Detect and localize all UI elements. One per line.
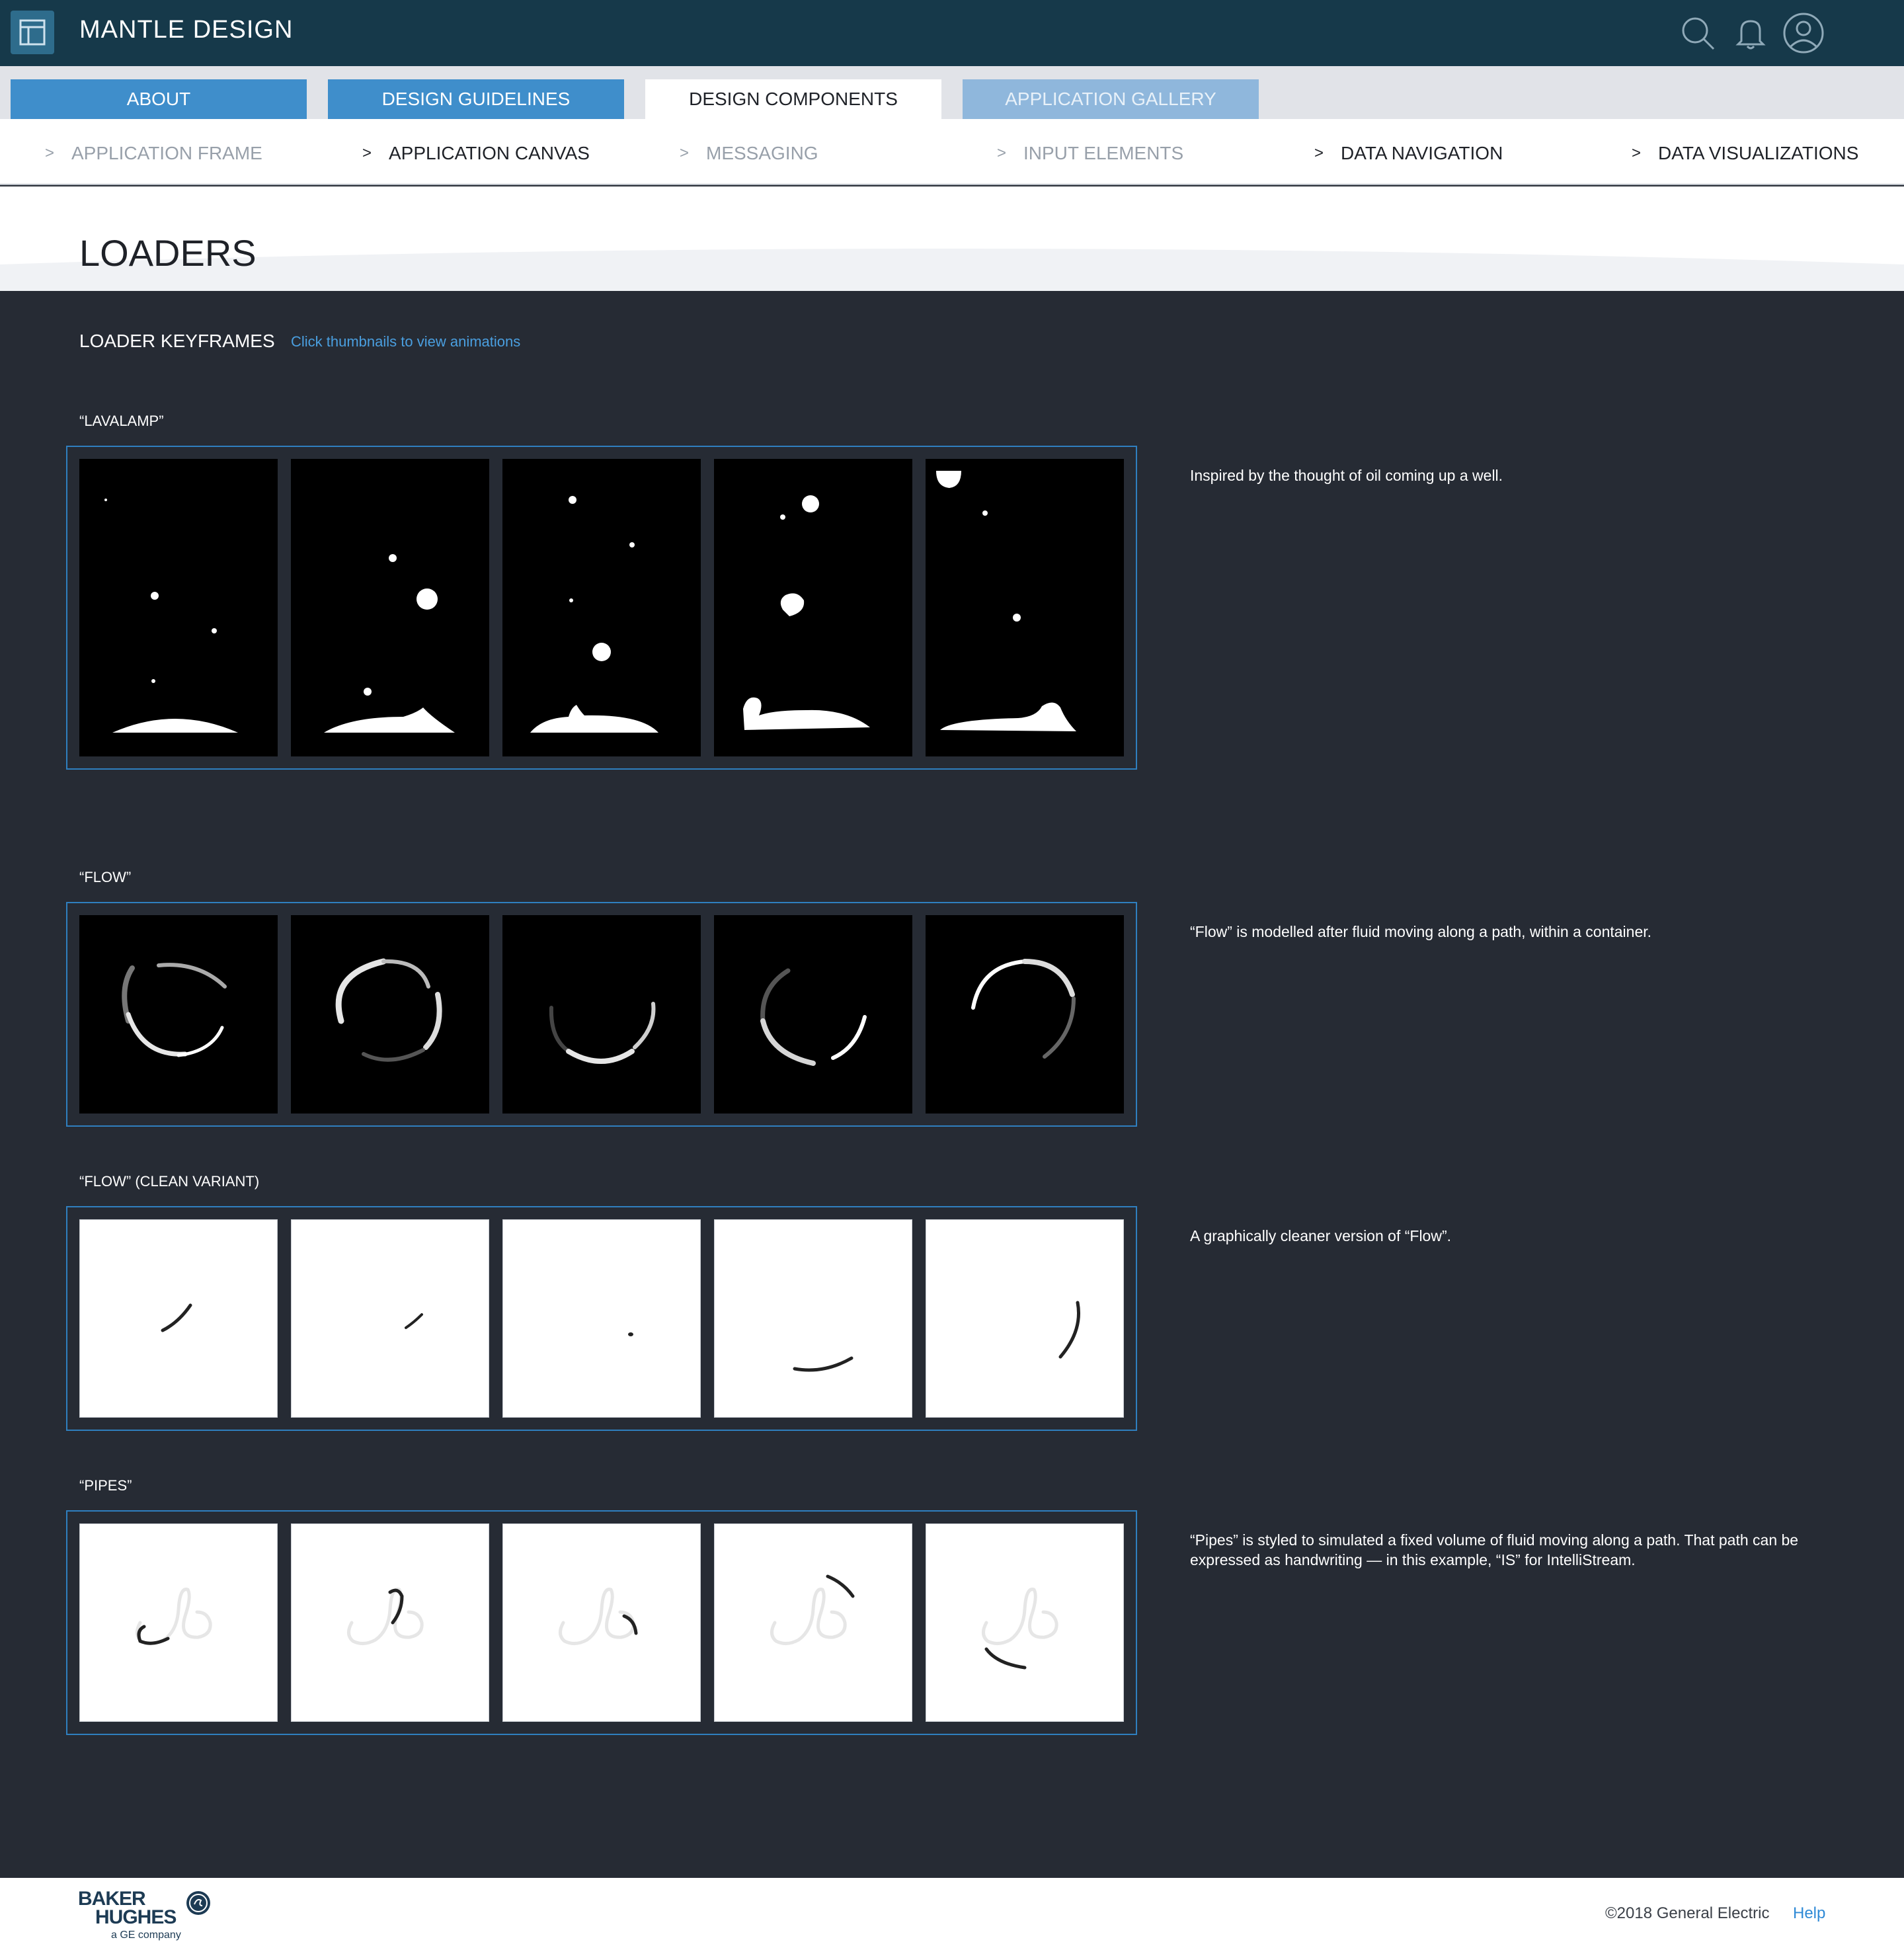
thumbnail-pipes-1[interactable] [79, 1523, 278, 1722]
section-label-pipes: “PIPES” [79, 1477, 132, 1494]
thumbnail-lavalamp-3[interactable] [502, 459, 701, 756]
chevron-right-icon: > [1632, 144, 1642, 162]
thumbnail-lavalamp-2[interactable] [291, 459, 489, 756]
section-description-flow: “Flow” is modelled after fluid moving al… [1190, 923, 1652, 940]
thumbnail-flow-1[interactable] [79, 915, 278, 1114]
chevron-right-icon: > [1314, 144, 1324, 162]
keyframes-title: LOADER KEYFRAMES [79, 331, 275, 351]
thumbnail-flow-2[interactable] [291, 915, 489, 1114]
app-title: MANTLE DESIGN [79, 16, 294, 44]
subnav-label: APPLICATION CANVAS [389, 143, 590, 163]
search-icon[interactable] [1675, 11, 1720, 56]
thumbnail-flow-3[interactable] [502, 915, 701, 1114]
section-description-flow-clean: A graphically cleaner version of “Flow”. [1190, 1227, 1451, 1244]
section-label-lavalamp: “LAVALAMP” [79, 413, 164, 429]
thumbnail-strip-pipes [66, 1510, 1137, 1735]
copyright-text: ©2018 General Electric [1605, 1904, 1770, 1922]
chevron-right-icon: > [680, 144, 690, 162]
app-menu-icon[interactable] [11, 11, 54, 54]
ge-logo-icon [185, 1890, 212, 1916]
subnav-application-frame[interactable]: > APPLICATION FRAME [45, 140, 262, 167]
subnav-label: MESSAGING [706, 143, 818, 163]
thumbnail-strip-lavalamp [66, 446, 1137, 770]
thumbnail-strip-flow-clean [66, 1206, 1137, 1431]
footer: BAKER HUGHES a GE company ©2018 General … [0, 1878, 1904, 1944]
top-header: MANTLE DESIGN [0, 0, 1904, 66]
thumbnail-pipes-5[interactable] [926, 1523, 1124, 1722]
tab-bar: ABOUT DESIGN GUIDELINES DESIGN COMPONENT… [0, 66, 1904, 119]
subnav-label: DATA NAVIGATION [1341, 143, 1503, 163]
logo-subtitle: a GE company [111, 1929, 181, 1941]
logo-line-2: HUGHES [95, 1906, 177, 1928]
sub-navigation: > APPLICATION FRAME > APPLICATION CANVAS >… [0, 119, 1904, 185]
thumbnail-lavalamp-5[interactable] [926, 459, 1124, 756]
thumbnail-pipes-3[interactable] [502, 1523, 701, 1722]
thumbnail-pipes-4[interactable] [714, 1523, 912, 1722]
section-description-lavalamp: Inspired by the thought of oil coming up… [1190, 467, 1503, 484]
thumbnail-pipes-2[interactable] [291, 1523, 489, 1722]
user-icon[interactable] [1781, 11, 1826, 56]
thumbnail-flow-clean-1[interactable] [79, 1219, 278, 1418]
header-curve-decoration [0, 249, 1904, 291]
help-link[interactable]: Help [1793, 1904, 1825, 1923]
subnav-label: APPLICATION FRAME [71, 143, 262, 163]
tab-application-gallery[interactable]: APPLICATION GALLERY [963, 79, 1259, 119]
thumbnail-strip-flow [66, 902, 1137, 1127]
chevron-right-icon: > [45, 144, 55, 162]
chevron-right-icon: > [997, 144, 1007, 162]
tab-design-guidelines[interactable]: DESIGN GUIDELINES [328, 79, 624, 119]
thumbnail-flow-4[interactable] [714, 915, 912, 1114]
subnav-application-canvas[interactable]: > APPLICATION CANVAS [362, 140, 590, 167]
subnav-data-visualizations[interactable]: > DATA VISUALIZATIONS [1632, 140, 1858, 167]
section-label-flow-clean: “FLOW” (CLEAN VARIANT) [79, 1173, 260, 1190]
thumbnail-flow-clean-5[interactable] [926, 1219, 1124, 1418]
thumbnail-flow-clean-2[interactable] [291, 1219, 489, 1418]
thumbnail-flow-clean-4[interactable] [714, 1219, 912, 1418]
thumbnail-flow-5[interactable] [926, 915, 1124, 1114]
subnav-label: INPUT ELEMENTS [1023, 143, 1184, 163]
keyframes-hint-link[interactable]: Click thumbnails to view animations [291, 333, 520, 350]
subnav-data-navigation[interactable]: > DATA NAVIGATION [1314, 140, 1503, 167]
tab-design-components[interactable]: DESIGN COMPONENTS [645, 79, 941, 119]
main-content: LOADER KEYFRAMES Click thumbnails to vie… [0, 291, 1904, 1878]
bell-icon[interactable] [1728, 11, 1773, 56]
subnav-label: DATA VISUALIZATIONS [1658, 143, 1859, 163]
baker-hughes-logo: BAKER HUGHES [78, 1888, 177, 1928]
section-label-flow: “FLOW” [79, 869, 132, 885]
tab-about[interactable]: ABOUT [11, 79, 307, 119]
subnav-input-elements[interactable]: > INPUT ELEMENTS [997, 140, 1183, 167]
thumbnail-flow-clean-3[interactable] [502, 1219, 701, 1418]
logo-line-1: BAKER [78, 1888, 146, 1910]
chevron-right-icon: > [362, 144, 372, 162]
page-header: LOADERS [0, 186, 1904, 291]
page-title: LOADERS [79, 232, 257, 274]
thumbnail-lavalamp-1[interactable] [79, 459, 278, 756]
section-description-pipes: “Pipes” is styled to simulated a fixed v… [1190, 1531, 1799, 1568]
subnav-messaging[interactable]: > MESSAGING [680, 140, 818, 167]
thumbnail-lavalamp-4[interactable] [714, 459, 912, 756]
